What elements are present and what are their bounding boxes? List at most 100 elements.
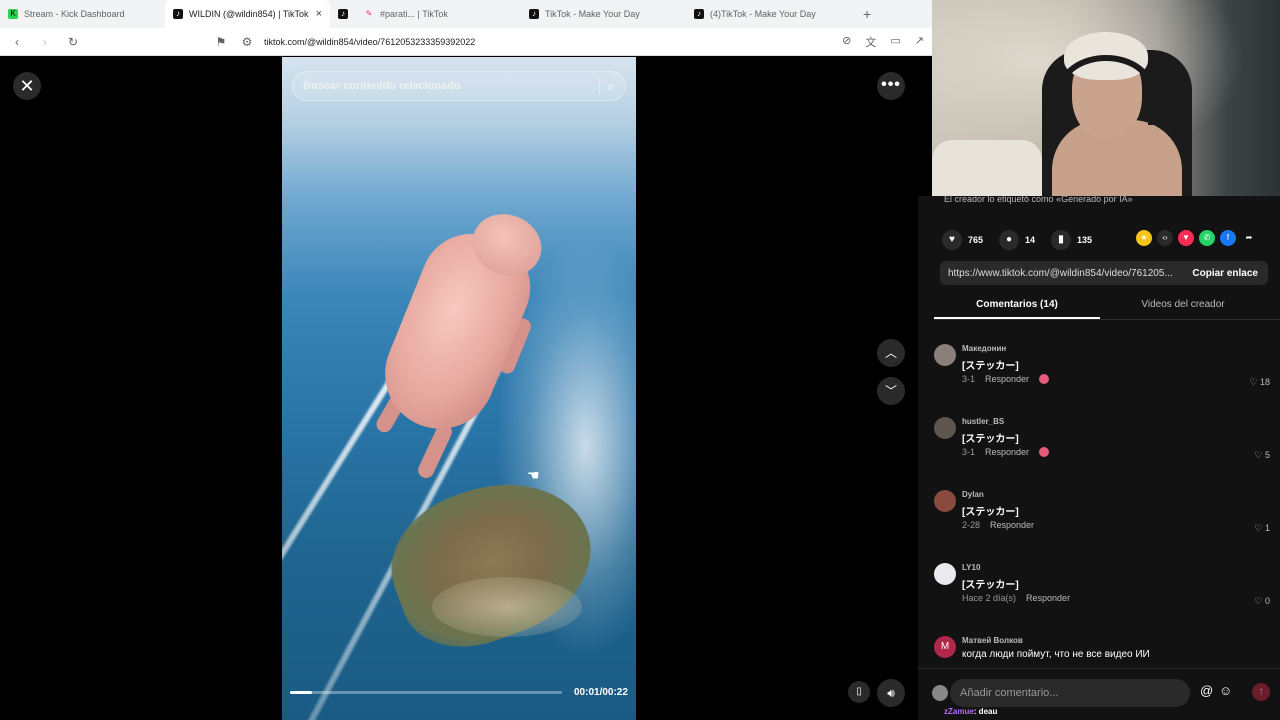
volume-icon[interactable]: 🔊︎ <box>877 679 905 707</box>
close-video-button[interactable]: ✕ <box>13 72 41 100</box>
comment-item: LY10 [ステッカー] Hace 2 día(s) Responder ♡ 0 <box>934 559 1274 632</box>
avatar[interactable] <box>934 417 956 439</box>
tiktok-pink-icon: ✎ <box>365 9 373 18</box>
more-options-button[interactable]: ••• <box>877 72 905 100</box>
avatar <box>932 685 948 701</box>
tab-title: WILDIN (@wildin854) | TikTok <box>189 9 309 19</box>
tab-tiktok-wildin[interactable]: ♪ WILDIN (@wildin854) | TikTok × <box>165 0 330 28</box>
emoji-icon[interactable]: ☺ <box>1219 683 1232 698</box>
comment-meta: 3-1 Responder <box>962 447 1050 457</box>
mouse-cursor-icon: ☚ <box>527 467 540 483</box>
next-video-button[interactable]: ﹀ <box>877 377 905 405</box>
tab-tiktok-parati[interactable]: ✎ #parati... | TikTok <box>356 0 521 28</box>
browser-tab-bar: K Stream - Kick Dashboard ♪ WILDIN (@wil… <box>0 0 932 28</box>
divider <box>598 78 600 94</box>
comment-like-button[interactable]: ♡ 0 <box>1254 596 1270 607</box>
forward-icon[interactable]: › <box>36 35 54 49</box>
translate-icon[interactable]: 文 <box>865 34 876 50</box>
tab-comments[interactable]: Comentarios (14) <box>934 296 1100 319</box>
search-icon[interactable]: ⌕ <box>608 78 615 94</box>
send-to-friends-icon[interactable]: ▼ <box>1178 230 1194 246</box>
tab-creator-videos[interactable]: Videos del creador <box>1100 296 1266 319</box>
share-page-icon[interactable]: ↗ <box>915 34 924 50</box>
embed-icon[interactable]: ‹› <box>1157 230 1173 246</box>
window-icon[interactable]: ▭ <box>890 34 900 50</box>
reply-button[interactable]: Responder <box>990 520 1034 530</box>
gift-icon[interactable]: ★ <box>1136 230 1152 246</box>
tiktok-icon: ♪ <box>694 9 704 19</box>
facebook-icon[interactable]: f <box>1220 230 1236 246</box>
mini-player-icon[interactable]: ▯ <box>848 681 870 703</box>
reply-button[interactable]: Responder <box>1026 593 1070 603</box>
comment-like-count: 5 <box>1264 450 1270 460</box>
tab-kick-dashboard[interactable]: K Stream - Kick Dashboard <box>0 0 165 28</box>
reply-button[interactable]: Responder <box>985 374 1029 384</box>
save-button[interactable]: ▮ 135 <box>1051 230 1092 250</box>
comment-input[interactable] <box>950 679 1190 707</box>
comment-date: Hace 2 día(s) <box>962 593 1017 603</box>
comment-meta: 2-28 Responder <box>962 520 1034 530</box>
comment-icon: ● <box>999 230 1020 250</box>
tab-title: (4)TikTok - Make Your Day <box>710 9 816 19</box>
comment-username[interactable]: Dylan <box>962 490 984 499</box>
comment-list: Македонин [ステッカー] 3-1 Responder ♡ 18 hus… <box>934 340 1274 705</box>
tab-tiktok-make-your-day[interactable]: ♪ TikTok - Make Your Day <box>521 0 686 28</box>
comment-like-button[interactable]: ♡ 5 <box>1254 450 1270 461</box>
tiktok-icon: ♪ <box>338 9 348 19</box>
send-comment-button[interactable]: ↑ <box>1252 683 1270 701</box>
webcam-bed <box>932 140 1042 196</box>
tiktok-video-page: ✕ ⌕ ☚ 00:01/00:22 ••• ︿ ﹀ ▯ 🔊︎ <box>0 57 918 720</box>
chat-text: : deau <box>973 707 998 716</box>
avatar[interactable] <box>934 563 956 585</box>
related-search-box[interactable]: ⌕ <box>292 71 626 101</box>
tab-title: #parati... | TikTok <box>380 9 448 19</box>
comment-text: [ステッカー] <box>962 580 1019 591</box>
comment-like-count: 0 <box>1264 596 1270 606</box>
copy-link-button[interactable]: Copiar enlace <box>1182 268 1268 279</box>
comment-text: [ステッカー] <box>962 434 1019 445</box>
bookmark-icon[interactable]: ⚑ <box>212 35 230 49</box>
related-search-input[interactable] <box>303 80 591 92</box>
comment-username[interactable]: LY10 <box>962 563 980 572</box>
comment-date: 3-1 <box>962 374 976 384</box>
heart-icon: ♥ <box>942 230 962 250</box>
previous-video-button[interactable]: ︿ <box>877 339 905 367</box>
playback-controls: 00:01/00:22 <box>290 684 630 700</box>
share-more-icon[interactable]: ➦ <box>1241 230 1257 246</box>
avatar[interactable] <box>934 490 956 512</box>
site-info-icon[interactable]: ⚙ <box>238 35 256 49</box>
address-bar: ‹ › ↻ ⚑ ⚙ tiktok.com/@wildin854/video/76… <box>0 28 932 56</box>
avatar[interactable]: M <box>934 636 956 658</box>
reply-button[interactable]: Responder <box>985 447 1029 457</box>
comment-like-count: 1 <box>1264 523 1270 533</box>
creator-liked-icon <box>1039 374 1050 384</box>
bookmark-icon: ▮ <box>1051 230 1072 250</box>
tiktok-icon: ♪ <box>529 9 539 19</box>
like-button[interactable]: ♥ 765 <box>942 230 983 250</box>
tab-tiktok-4[interactable]: ♪ (4)TikTok - Make Your Day <box>686 0 851 28</box>
progress-bar[interactable] <box>290 690 562 694</box>
comment-like-button[interactable]: ♡ 18 <box>1249 377 1270 388</box>
url-field[interactable]: ⚑ ⚙ tiktok.com/@wildin854/video/76120532… <box>92 35 832 49</box>
avatar[interactable] <box>934 344 956 366</box>
comment-username[interactable]: hustler_BS <box>962 417 1004 426</box>
reader-off-icon[interactable]: ⊘ <box>842 34 851 50</box>
back-icon[interactable]: ‹ <box>8 35 26 49</box>
tab-title: Stream - Kick Dashboard <box>24 9 125 19</box>
video-player[interactable]: ⌕ ☚ 00:01/00:22 <box>282 57 636 720</box>
reload-icon[interactable]: ↻ <box>64 35 82 49</box>
video-link[interactable]: https://www.tiktok.com/@wildin854/video/… <box>940 268 1182 279</box>
new-tab-button[interactable]: + <box>851 6 883 22</box>
comment-username[interactable]: Македонин <box>962 344 1006 353</box>
tab-tiktok-3[interactable]: ♪ <box>330 0 356 28</box>
tiktok-icon: ♪ <box>173 9 183 19</box>
island-shore <box>432 577 582 637</box>
close-tab-icon[interactable]: × <box>316 8 322 20</box>
mention-icon[interactable]: @ <box>1200 683 1213 698</box>
comment-button[interactable]: ● 14 <box>999 230 1035 250</box>
comment-like-button[interactable]: ♡ 1 <box>1254 523 1270 534</box>
comment-item: Македонин [ステッカー] 3-1 Responder ♡ 18 <box>934 340 1274 413</box>
comment-meta: 3-1 Responder <box>962 374 1050 384</box>
comment-username[interactable]: Матвей Волков <box>962 636 1023 645</box>
whatsapp-icon[interactable]: ✆ <box>1199 230 1215 246</box>
